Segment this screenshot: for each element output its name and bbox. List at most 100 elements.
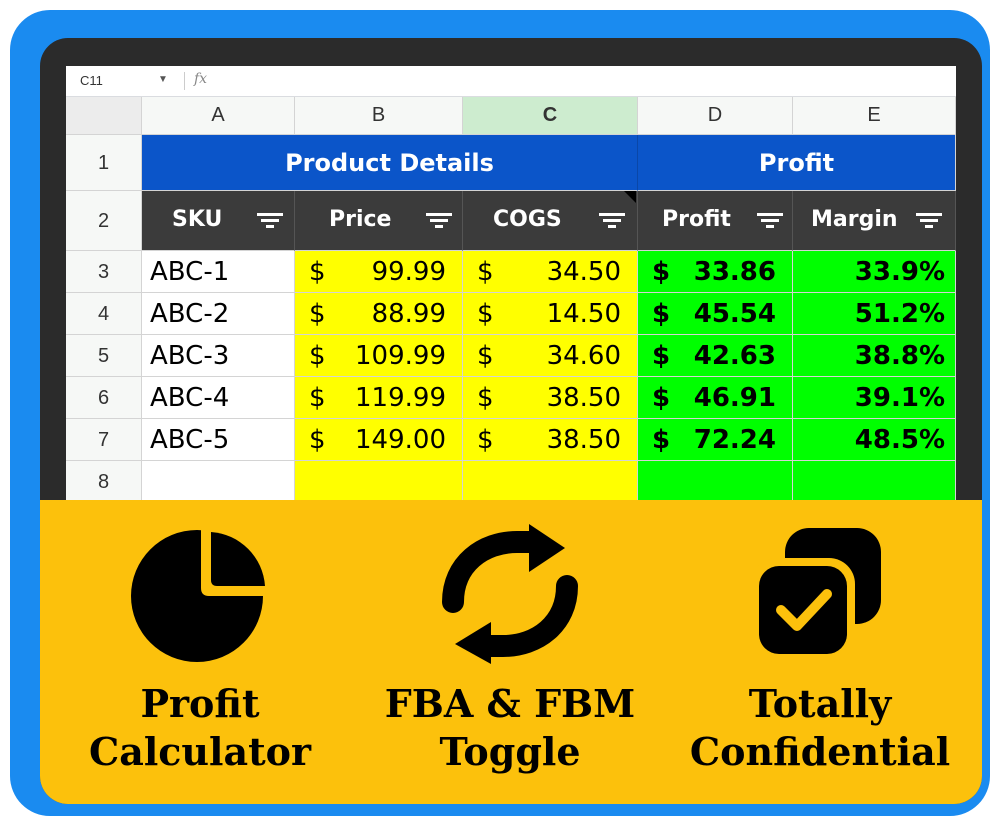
row-header-7[interactable]: 7 <box>66 419 142 461</box>
sku-value: ABC-4 <box>150 383 230 413</box>
column-header-b[interactable]: B <box>295 97 463 135</box>
cogs-value: 38.50 <box>546 383 621 413</box>
inner-frame: C11 ▼ fx A B C D E 1 2 3 4 5 6 7 8 Produ… <box>40 38 982 804</box>
margin-value: 38.8% <box>854 341 945 371</box>
currency-symbol: $ <box>309 257 326 287</box>
filter-icon[interactable] <box>915 213 943 229</box>
sku-value: ABC-5 <box>150 425 230 455</box>
cell-sku[interactable]: ABC-5 <box>142 419 295 461</box>
profit-value: 42.63 <box>693 341 776 371</box>
cell-sku[interactable]: ABC-1 <box>142 251 295 293</box>
column-header-c[interactable]: C <box>463 97 638 135</box>
profit-value: 45.54 <box>693 299 776 329</box>
cell-cogs[interactable]: $38.50 <box>463 419 638 461</box>
currency-symbol: $ <box>309 341 326 371</box>
margin-value: 39.1% <box>854 383 945 413</box>
cell-sku[interactable]: ABC-4 <box>142 377 295 419</box>
cell-price[interactable]: $149.00 <box>295 419 463 461</box>
feature-label: Totally Confidential <box>670 680 970 776</box>
price-value: 99.99 <box>371 257 446 287</box>
formula-bar: C11 ▼ fx <box>66 66 956 97</box>
cell-price[interactable]: $88.99 <box>295 293 463 335</box>
cell-cogs[interactable]: $14.50 <box>463 293 638 335</box>
row-header-1[interactable]: 1 <box>66 135 142 191</box>
feature-label: FBA & FBM Toggle <box>360 680 660 776</box>
cell-cogs[interactable]: $38.50 <box>463 377 638 419</box>
currency-symbol: $ <box>477 257 494 287</box>
header-cell-sku[interactable]: SKU <box>142 191 295 251</box>
cell-profit[interactable]: $45.54 <box>638 293 793 335</box>
row-header-8[interactable]: 8 <box>66 461 142 503</box>
header-label-profit: Profit <box>662 207 731 232</box>
feature-label-line2: Calculator <box>88 729 312 774</box>
column-header-e[interactable]: E <box>793 97 956 135</box>
profit-value: 46.91 <box>693 383 776 413</box>
cell-price[interactable]: $99.99 <box>295 251 463 293</box>
fx-icon: fx <box>194 71 208 87</box>
name-box[interactable]: C11 <box>80 73 103 88</box>
cell-margin[interactable]: 51.2% <box>793 293 956 335</box>
header-cell-margin[interactable]: Margin <box>793 191 956 251</box>
feature-totally-confidential: Totally Confidential <box>670 500 970 804</box>
currency-symbol: $ <box>477 383 494 413</box>
group-header-profit[interactable]: Profit <box>638 135 956 191</box>
header-cell-price[interactable]: Price <box>295 191 463 251</box>
filter-icon[interactable] <box>598 213 626 229</box>
header-label-cogs: COGS <box>493 207 562 232</box>
column-header-d[interactable]: D <box>638 97 793 135</box>
cell-price[interactable]: $109.99 <box>295 335 463 377</box>
row-header-6[interactable]: 6 <box>66 377 142 419</box>
row-header-4[interactable]: 4 <box>66 293 142 335</box>
header-cell-cogs[interactable]: COGS <box>463 191 638 251</box>
header-cell-profit[interactable]: Profit <box>638 191 793 251</box>
filter-icon[interactable] <box>425 213 453 229</box>
price-value: 88.99 <box>371 299 446 329</box>
group-header-product-details[interactable]: Product Details <box>142 135 638 191</box>
cell-cogs[interactable]: $34.50 <box>463 251 638 293</box>
price-value: 149.00 <box>355 425 446 455</box>
copy-check-icon <box>751 528 881 662</box>
price-value: 119.99 <box>355 383 446 413</box>
column-header-a[interactable]: A <box>142 97 295 135</box>
currency-symbol: $ <box>652 299 671 329</box>
cell-price[interactable]: $119.99 <box>295 377 463 419</box>
cell-profit[interactable]: $72.24 <box>638 419 793 461</box>
cell-profit[interactable]: $46.91 <box>638 377 793 419</box>
cell-sku[interactable]: ABC-2 <box>142 293 295 335</box>
refresh-arrows-icon <box>442 524 578 664</box>
cogs-value: 34.60 <box>546 341 621 371</box>
outer-frame: C11 ▼ fx A B C D E 1 2 3 4 5 6 7 8 Produ… <box>10 10 990 816</box>
currency-symbol: $ <box>309 425 326 455</box>
filter-icon[interactable] <box>256 213 284 229</box>
header-label-sku: SKU <box>172 207 223 232</box>
select-all-corner[interactable] <box>66 97 142 135</box>
filter-icon[interactable] <box>756 213 784 229</box>
spreadsheet: C11 ▼ fx A B C D E 1 2 3 4 5 6 7 8 Produ… <box>66 66 956 536</box>
currency-symbol: $ <box>652 383 671 413</box>
sku-value: ABC-1 <box>150 257 230 287</box>
cell-sku[interactable]: ABC-3 <box>142 335 295 377</box>
currency-symbol: $ <box>309 383 326 413</box>
chevron-down-icon[interactable]: ▼ <box>158 74 168 85</box>
cell-margin[interactable]: 33.9% <box>793 251 956 293</box>
row-header-2[interactable]: 2 <box>66 191 142 251</box>
feature-fba-fbm-toggle: FBA & FBM Toggle <box>360 500 660 804</box>
pie-chart-icon <box>131 529 268 662</box>
feature-label-line1: Profit <box>140 681 260 726</box>
row-header-3[interactable]: 3 <box>66 251 142 293</box>
currency-symbol: $ <box>477 299 494 329</box>
feature-label-line2: Toggle <box>439 729 581 774</box>
cell-cogs[interactable]: $34.60 <box>463 335 638 377</box>
row-header-5[interactable]: 5 <box>66 335 142 377</box>
feature-profit-calculator: Profit Calculator <box>50 500 350 804</box>
feature-label: Profit Calculator <box>50 680 350 776</box>
feature-label-line1: Totally <box>748 681 892 726</box>
cell-margin[interactable]: 48.5% <box>793 419 956 461</box>
cell-margin[interactable]: 38.8% <box>793 335 956 377</box>
margin-value: 33.9% <box>854 257 945 287</box>
currency-symbol: $ <box>652 257 671 287</box>
header-label-price: Price <box>329 207 392 232</box>
cell-profit[interactable]: $33.86 <box>638 251 793 293</box>
cell-profit[interactable]: $42.63 <box>638 335 793 377</box>
cell-margin[interactable]: 39.1% <box>793 377 956 419</box>
